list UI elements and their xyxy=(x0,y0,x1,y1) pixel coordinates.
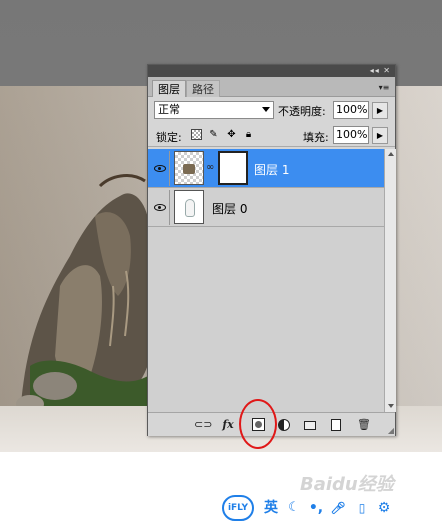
layer-thumbnail xyxy=(174,151,204,185)
layer-name: 图层 0 xyxy=(212,202,248,216)
eye-icon xyxy=(153,165,166,172)
watermark: Baidu经验 xyxy=(300,474,394,495)
panel-tabs: 图层 路径 ▾≡ xyxy=(148,77,395,97)
lock-row: 锁定: ✎ ✥ 🔒︎ 填充: 100% ▶ xyxy=(148,123,395,147)
lock-transparent-pixels-icon[interactable] xyxy=(191,129,202,140)
trash-icon[interactable]: 🗑︎ xyxy=(356,418,372,432)
thumbnail-content xyxy=(185,199,195,217)
layers-list: ∞ 图层 1 图层 0 xyxy=(148,149,384,412)
thumbnail-content xyxy=(183,164,195,174)
punctuation-icon[interactable]: •, xyxy=(308,498,324,518)
panel-window-buttons[interactable]: ◂◂ ✕ xyxy=(370,66,391,75)
mask-link-icon[interactable]: ∞ xyxy=(206,162,214,173)
ime-toolbar: iFLY 英 ☾ •, 🎤︎ ▯ ⚙ xyxy=(222,495,397,521)
blend-mode-value: 正常 xyxy=(158,103,180,116)
layers-scrollbar[interactable] xyxy=(384,149,396,412)
new-layer-icon[interactable] xyxy=(328,418,344,432)
fill-input[interactable]: 100% xyxy=(333,126,369,144)
lock-position-icon[interactable]: ✥ xyxy=(226,129,237,140)
link-layers-icon[interactable]: ⊂⊃ xyxy=(194,418,212,432)
panel-menu-icon[interactable]: ▾≡ xyxy=(377,82,391,93)
layer-row-0[interactable]: 图层 0 xyxy=(148,188,384,227)
layer-thumbnail xyxy=(174,190,204,224)
keyboard-icon[interactable]: ▯ xyxy=(354,498,370,518)
blend-mode-select[interactable]: 正常 xyxy=(154,101,274,119)
scroll-up-icon[interactable] xyxy=(388,152,394,156)
visibility-toggle[interactable] xyxy=(150,190,170,225)
panel-titlebar[interactable]: ◂◂ ✕ xyxy=(148,65,395,77)
fx-icon[interactable]: fx xyxy=(220,418,236,432)
chevron-down-icon xyxy=(262,107,270,112)
layer-name: 图层 1 xyxy=(254,163,290,177)
ime-language-toggle[interactable]: 英 xyxy=(262,498,280,518)
blend-row: 正常 不透明度: 100% ▶ xyxy=(148,98,395,122)
tab-paths[interactable]: 路径 xyxy=(186,80,220,97)
visibility-toggle[interactable] xyxy=(150,151,170,186)
scroll-down-icon[interactable] xyxy=(388,404,394,408)
opacity-slider-arrow-icon[interactable]: ▶ xyxy=(372,102,388,119)
opacity-label: 不透明度: xyxy=(278,105,326,118)
opacity-input[interactable]: 100% xyxy=(333,101,369,119)
resize-grip-icon[interactable]: ◢ xyxy=(388,426,394,435)
lock-label: 锁定: xyxy=(156,131,182,144)
new-group-icon[interactable] xyxy=(302,418,318,432)
lock-image-pixels-icon[interactable]: ✎ xyxy=(208,129,219,140)
lock-all-icon[interactable]: 🔒︎ xyxy=(243,129,254,140)
fill-slider-arrow-icon[interactable]: ▶ xyxy=(372,127,388,144)
layer-mask-thumbnail[interactable] xyxy=(218,151,248,185)
gear-icon[interactable]: ⚙ xyxy=(375,498,393,518)
moon-icon[interactable]: ☾ xyxy=(286,498,302,518)
microphone-icon[interactable]: 🎤︎ xyxy=(330,498,346,518)
eye-icon xyxy=(153,204,166,211)
layers-panel[interactable]: ◂◂ ✕ 图层 路径 ▾≡ 正常 不透明度: 100% ▶ 锁定: ✎ ✥ 🔒︎… xyxy=(147,64,396,436)
adjustment-layer-icon[interactable] xyxy=(276,418,292,432)
layer-row-1[interactable]: ∞ 图层 1 xyxy=(148,149,384,188)
highlight-circle xyxy=(239,399,277,449)
ime-logo[interactable]: iFLY xyxy=(222,495,254,521)
fill-label: 填充: xyxy=(303,131,329,144)
tab-layers[interactable]: 图层 xyxy=(152,80,186,97)
